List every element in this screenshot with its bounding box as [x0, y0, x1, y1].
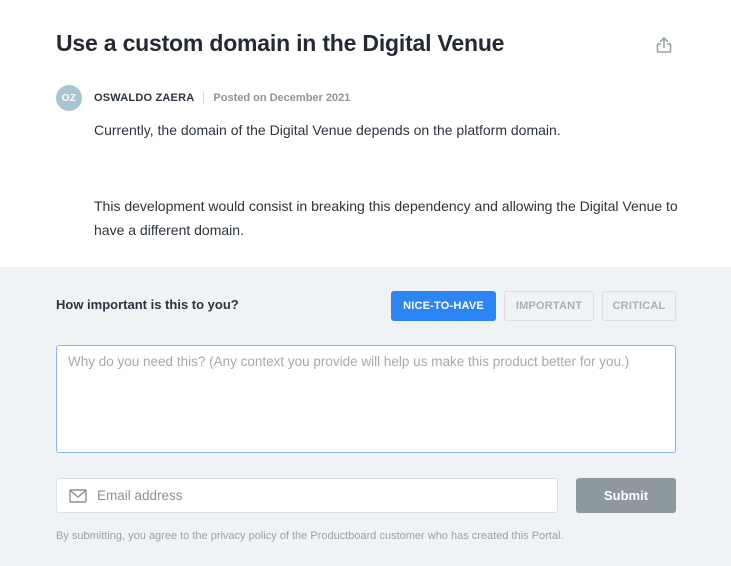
- submit-button[interactable]: Submit: [576, 478, 676, 513]
- meta-divider: [203, 92, 205, 104]
- email-field[interactable]: [56, 478, 558, 513]
- author-name: OSWALDO ZAERA: [94, 92, 195, 104]
- important-button[interactable]: IMPORTANT: [504, 291, 594, 321]
- mail-icon: [69, 489, 87, 503]
- post-paragraph: Currently, the domain of the Digital Ven…: [94, 122, 561, 138]
- privacy-disclaimer: By submitting, you agree to the privacy …: [56, 530, 564, 542]
- nice-to-have-button[interactable]: NICE-TO-HAVE: [391, 291, 496, 321]
- posted-date: Posted on December 2021: [213, 92, 351, 104]
- email-input[interactable]: [97, 479, 552, 512]
- post-title: Use a custom domain in the Digital Venue: [56, 30, 505, 56]
- author-row: OZ OSWALDO ZAERA Posted on December 2021: [56, 85, 350, 111]
- post-section: Use a custom domain in the Digital Venue…: [0, 0, 731, 267]
- feedback-panel: How important is this to you? NICE-TO-HA…: [0, 267, 731, 566]
- post-paragraph: This development would consist in breaki…: [94, 198, 678, 238]
- share-icon[interactable]: [654, 35, 674, 55]
- critical-button[interactable]: CRITICAL: [602, 291, 676, 321]
- context-textarea[interactable]: [56, 345, 676, 453]
- importance-question: How important is this to you?: [56, 297, 239, 312]
- avatar: OZ: [56, 85, 82, 111]
